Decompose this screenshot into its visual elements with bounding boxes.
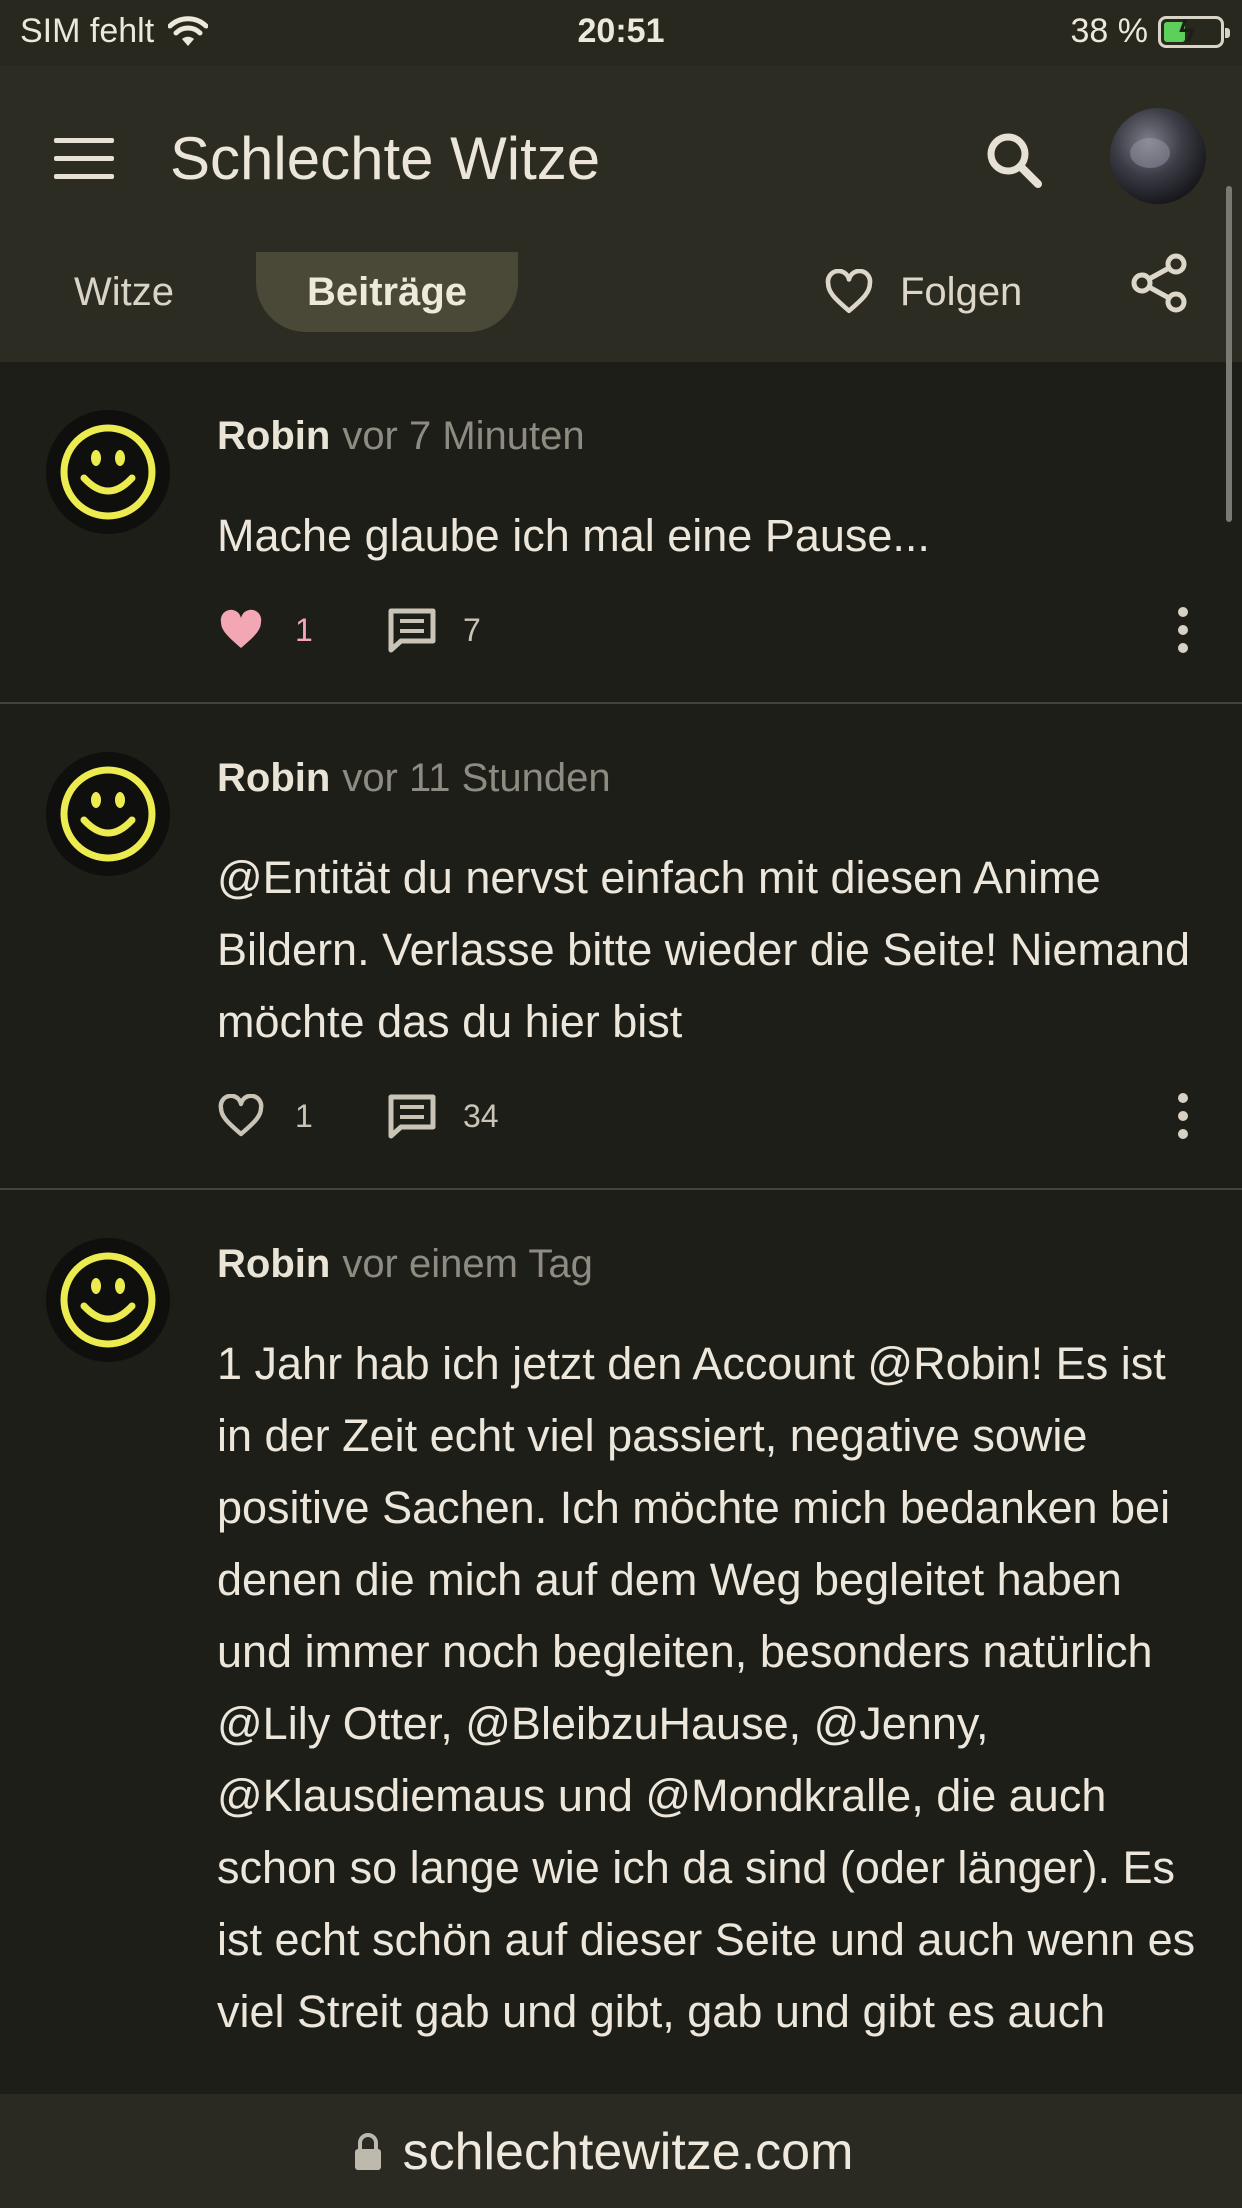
post-author[interactable]: Robin bbox=[217, 1242, 330, 1286]
follow-button[interactable]: Folgen bbox=[824, 252, 1022, 332]
post-time: vor einem Tag bbox=[342, 1242, 593, 1286]
post: Robin vor 11 Stunden @Entität du nervst e… bbox=[0, 704, 1242, 1190]
like-count: 1 bbox=[295, 1097, 313, 1134]
app-bar: Schlechte Witze Witze Beiträge Folgen bbox=[0, 66, 1242, 362]
post-header: Robin vor 11 Stunden bbox=[217, 756, 611, 801]
like-count: 1 bbox=[295, 611, 313, 648]
url-text: schlechtewitze.com bbox=[402, 2123, 854, 2181]
post-text: @Entität du nervst einfach mit diesen An… bbox=[217, 852, 1191, 1047]
post-header: Robin vor 7 Minuten bbox=[217, 414, 585, 459]
share-icon[interactable] bbox=[1128, 252, 1190, 314]
tab-witze[interactable]: Witze bbox=[74, 252, 174, 332]
charging-bolt-icon: ϟ bbox=[1179, 14, 1195, 48]
heart-filled-icon bbox=[220, 609, 262, 648]
smiley-avatar-icon[interactable] bbox=[46, 410, 170, 534]
address-field[interactable]: schlechtewitze.com bbox=[170, 2104, 1036, 2200]
post-text: Mache glaube ich mal eine Pause... bbox=[217, 510, 930, 561]
post-author[interactable]: Robin bbox=[217, 414, 330, 458]
heart-outline-icon bbox=[825, 269, 873, 314]
url-bar: schlechtewitze.com bbox=[0, 2094, 1242, 2208]
status-right: 38 % ϟ bbox=[1070, 12, 1230, 51]
more-options-icon[interactable] bbox=[1168, 600, 1198, 660]
heart-outline-icon bbox=[218, 1094, 264, 1137]
tab-beitraege[interactable]: Beiträge bbox=[256, 252, 518, 332]
post-author[interactable]: Robin bbox=[217, 756, 330, 800]
post-actions: 1 7 bbox=[217, 600, 481, 660]
follow-label: Folgen bbox=[900, 269, 1023, 314]
comment-icon bbox=[388, 1094, 436, 1139]
post-time: vor 7 Minuten bbox=[342, 414, 585, 458]
post: Robin vor 7 Minuten Mache glaube ich mal … bbox=[0, 362, 1242, 704]
user-avatar[interactable] bbox=[1110, 108, 1206, 204]
post: Robin vor einem Tag 1 Jahr hab ich jetzt … bbox=[0, 1190, 1242, 2090]
status-bar: SIM fehlt 20:51 38 % ϟ bbox=[0, 0, 1242, 66]
search-icon[interactable] bbox=[980, 126, 1050, 196]
comment-count: 34 bbox=[463, 1097, 499, 1134]
comment-count: 7 bbox=[463, 611, 481, 648]
page-title: Schlechte Witze bbox=[170, 125, 601, 192]
post-text: 1 Jahr hab ich jetzt den Account @Robin!… bbox=[217, 1338, 1196, 2037]
post-feed: Robin vor 7 Minuten Mache glaube ich mal … bbox=[0, 362, 1242, 2090]
comment-button[interactable]: 34 bbox=[387, 1093, 499, 1139]
battery-percent: 38 % bbox=[1070, 12, 1149, 50]
more-options-icon[interactable] bbox=[1168, 1086, 1198, 1146]
smiley-avatar-icon[interactable] bbox=[46, 1238, 170, 1362]
comment-icon bbox=[388, 608, 436, 653]
battery-icon: ϟ bbox=[1158, 14, 1230, 48]
smiley-avatar-icon[interactable] bbox=[46, 752, 170, 876]
status-time: 20:51 bbox=[577, 12, 665, 50]
post-actions: 1 34 bbox=[217, 1086, 499, 1146]
comment-button[interactable]: 7 bbox=[387, 607, 481, 653]
post-header: Robin vor einem Tag bbox=[217, 1242, 593, 1287]
lock-icon bbox=[354, 2133, 381, 2170]
like-button[interactable]: 1 bbox=[217, 1094, 387, 1138]
battery-tip bbox=[1225, 27, 1230, 38]
menu-icon[interactable] bbox=[54, 138, 114, 184]
like-button[interactable]: 1 bbox=[217, 608, 387, 652]
post-time: vor 11 Stunden bbox=[342, 756, 611, 800]
